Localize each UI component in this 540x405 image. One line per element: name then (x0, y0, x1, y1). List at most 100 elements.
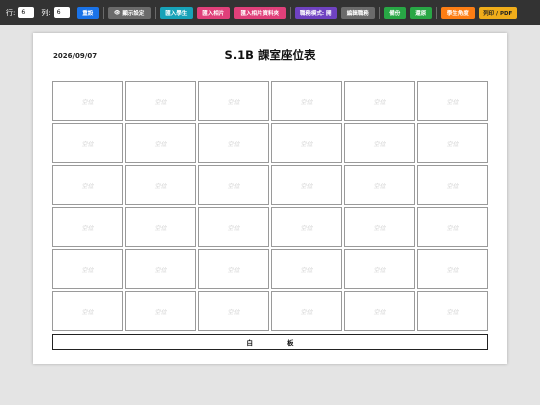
sheet-title: S.1B 課室座位表 (224, 48, 316, 62)
seat-placeholder: 空位 (227, 308, 240, 316)
seat-placeholder: 空位 (227, 224, 240, 232)
seat-placeholder: 空位 (81, 140, 94, 148)
seat-cell[interactable]: 空位 (52, 249, 123, 289)
seat-cell[interactable]: 空位 (125, 165, 196, 205)
seat-cell[interactable]: 空位 (271, 123, 342, 163)
import-photos-label: 匯入相片 (202, 10, 225, 17)
seat-placeholder: 空位 (154, 182, 167, 190)
seat-cell[interactable]: 空位 (198, 291, 269, 331)
seat-placeholder: 空位 (81, 308, 94, 316)
whiteboard-label-left: 白 (246, 339, 254, 347)
seat-cell[interactable]: 空位 (198, 81, 269, 121)
seat-cell[interactable]: 空位 (344, 123, 415, 163)
seat-placeholder: 空位 (81, 182, 94, 190)
seat-placeholder: 空位 (373, 98, 386, 106)
seat-cell[interactable]: 空位 (271, 207, 342, 247)
seat-placeholder: 空位 (227, 182, 240, 190)
seat-cell[interactable]: 空位 (52, 81, 123, 121)
import-photos-button[interactable]: 匯入相片 (196, 6, 230, 19)
seat-cell[interactable]: 空位 (125, 123, 196, 163)
seat-placeholder: 空位 (81, 266, 94, 274)
seat-placeholder: 空位 (300, 224, 313, 232)
rows-input[interactable] (18, 7, 35, 18)
seat-cell[interactable]: 空位 (271, 291, 342, 331)
edit-duties-label: 編輯職務 (346, 10, 369, 17)
seat-cell[interactable]: 空位 (271, 249, 342, 289)
divider (102, 6, 104, 19)
seat-cell[interactable]: 空位 (125, 207, 196, 247)
seat-cell[interactable]: 空位 (417, 291, 488, 331)
import-students-button[interactable]: 匯入學生 (159, 6, 193, 19)
seat-cell[interactable]: 空位 (125, 291, 196, 331)
seat-placeholder: 空位 (227, 140, 240, 148)
seat-cell[interactable]: 空位 (198, 249, 269, 289)
rows-label: 行: (6, 8, 16, 17)
whiteboard-label-right: 板 (287, 339, 294, 347)
seat-cell[interactable]: 空位 (344, 249, 415, 289)
display-settings-label: 顯示設定 (122, 10, 145, 17)
seat-cell[interactable]: 空位 (52, 207, 123, 247)
seat-cell[interactable]: 空位 (52, 165, 123, 205)
seat-cell[interactable]: 空位 (271, 165, 342, 205)
toolbar: 行: 列: 重設 👁 顯示設定 匯入學生 匯入相片 匯入相片資料夾 職務模式: … (0, 0, 540, 25)
seat-placeholder: 空位 (373, 182, 386, 190)
seat-cell[interactable]: 空位 (198, 165, 269, 205)
seat-cell[interactable]: 空位 (344, 165, 415, 205)
seat-placeholder: 空位 (227, 98, 240, 106)
seat-cell[interactable]: 空位 (271, 81, 342, 121)
seat-cell[interactable]: 空位 (52, 291, 123, 331)
seat-placeholder: 空位 (300, 266, 313, 274)
seat-placeholder: 空位 (81, 224, 94, 232)
seat-placeholder: 空位 (446, 98, 459, 106)
import-students-label: 匯入學生 (165, 10, 188, 17)
seat-cell[interactable]: 空位 (417, 165, 488, 205)
display-settings-button[interactable]: 👁 顯示設定 (107, 6, 151, 19)
divider (289, 6, 291, 19)
seat-placeholder: 空位 (446, 266, 459, 274)
edit-duties-button[interactable]: 編輯職務 (340, 6, 375, 19)
reset-button[interactable]: 重設 (76, 6, 99, 19)
divider (435, 6, 437, 19)
print-pdf-button[interactable]: 列印 / PDF (478, 6, 517, 19)
import-photo-folder-label: 匯入相片資料夾 (240, 10, 279, 17)
restore-label: 還原 (415, 10, 427, 17)
seat-placeholder: 空位 (154, 98, 167, 106)
seat-placeholder: 空位 (300, 98, 313, 106)
seat-cell[interactable]: 空位 (52, 123, 123, 163)
seat-cell[interactable]: 空位 (417, 207, 488, 247)
seat-cell[interactable]: 空位 (125, 249, 196, 289)
student-view-label: 學生角度 (446, 10, 469, 17)
seating-sheet: 2026/09/07 S.1B 課室座位表 空位 空位 空位 空位 空位 空位 空位 空位 空位… (33, 33, 507, 364)
seat-placeholder: 空位 (81, 98, 94, 106)
seat-cell[interactable]: 空位 (344, 207, 415, 247)
seat-placeholder: 空位 (227, 266, 240, 274)
print-pdf-label: 列印 / PDF (483, 10, 513, 17)
duty-mode-label: 職務模式: 開 (299, 10, 332, 17)
seat-cell[interactable]: 空位 (344, 291, 415, 331)
seat-cell[interactable]: 空位 (198, 123, 269, 163)
seat-placeholder: 空位 (154, 140, 167, 148)
backup-label: 備份 (389, 10, 401, 17)
seat-placeholder: 空位 (300, 308, 313, 316)
seat-cell[interactable]: 空位 (198, 207, 269, 247)
duty-mode-button[interactable]: 職務模式: 開 (294, 6, 337, 19)
seat-grid: 空位 空位 空位 空位 空位 空位 空位 空位 空位 空位 空位 空位 空位 空位 空位 空位 空位 空位 空位 空位… (52, 81, 488, 331)
seat-cell[interactable]: 空位 (417, 249, 488, 289)
seat-cell[interactable]: 空位 (125, 81, 196, 121)
seat-cell[interactable]: 空位 (417, 81, 488, 121)
backup-button[interactable]: 備份 (383, 6, 406, 19)
seat-cell[interactable]: 空位 (417, 123, 488, 163)
cols-input[interactable] (53, 7, 70, 18)
seat-placeholder: 空位 (446, 140, 459, 148)
seat-placeholder: 空位 (373, 224, 386, 232)
divider (378, 6, 380, 19)
seat-placeholder: 空位 (154, 224, 167, 232)
seat-cell[interactable]: 空位 (344, 81, 415, 121)
seat-placeholder: 空位 (154, 266, 167, 274)
student-view-button[interactable]: 學生角度 (440, 6, 475, 19)
cols-label: 列: (41, 8, 51, 17)
seat-placeholder: 空位 (373, 140, 386, 148)
seat-placeholder: 空位 (446, 308, 459, 316)
restore-button[interactable]: 還原 (409, 6, 432, 19)
import-photo-folder-button[interactable]: 匯入相片資料夾 (233, 6, 286, 19)
